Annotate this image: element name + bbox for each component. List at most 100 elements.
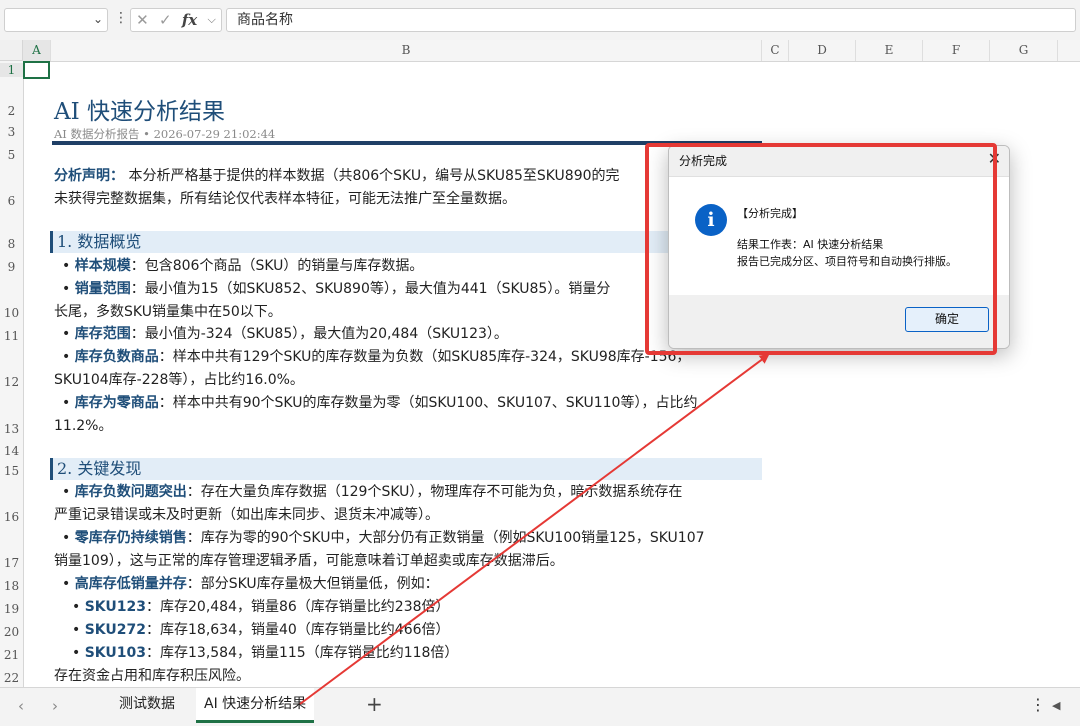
list-item-text: ：部分SKU库存量极大但销量低，例如： [186, 576, 439, 592]
info-icon: i [695, 204, 727, 236]
list-item-continuation: 11.2%。 [54, 418, 113, 434]
list-item-text: ：包含806个商品（SKU）的销量与库存数据。 [130, 258, 424, 274]
scroll-left-icon[interactable]: ◀ [1052, 699, 1060, 712]
section-heading-findings: 2. 关键发现 [50, 458, 762, 480]
list-item-continuation: SKU104库存-228等），占比约16.0%。 [54, 372, 304, 388]
row-header[interactable]: 17 [0, 556, 23, 570]
row-header[interactable]: 11 [0, 329, 23, 343]
list-item-continuation: 严重记录错误或未及时更新（如出库未同步、退货未冲减等）。 [54, 507, 439, 523]
sub-list-item-text: ：库存13,584，销量115（库存销量比约118倍） [146, 645, 459, 661]
sheet-tab-test-data[interactable]: 测试数据 [111, 688, 183, 720]
list-item-text: ：样本中共有90个SKU的库存数量为零（如SKU100、SKU107、SKU11… [158, 395, 698, 411]
list-item-label: 库存负数问题突出 [74, 484, 187, 500]
row-header[interactable]: 13 [0, 422, 23, 436]
list-item: • 库存负数商品：样本中共有129个SKU的库存数量为负数（如SKU85库存-3… [62, 349, 691, 365]
sub-list-item: • SKU103：库存13,584，销量115（库存销量比约118倍） [72, 645, 459, 661]
sub-list-item-label: SKU103 [84, 645, 146, 661]
row-header[interactable]: 10 [0, 306, 23, 320]
list-item-text: ：存在大量负库存数据（129个SKU），物理库存不可能为负，暗示数据系统存在 [186, 484, 683, 500]
more-vertical-icon[interactable]: ⋮ [1030, 695, 1046, 714]
chevron-right-icon[interactable]: › [52, 697, 58, 715]
list-item-label: 样本规模 [74, 258, 131, 274]
row-header[interactable]: 20 [0, 625, 23, 639]
list-item-text: ：最小值为15（如SKU852、SKU890等），最大值为441（SKU85）。… [130, 281, 611, 297]
more-vertical-icon[interactable]: ⋮ [114, 10, 128, 26]
row-header[interactable]: 12 [0, 375, 23, 389]
fx-icon[interactable]: fx [182, 11, 197, 29]
sheet-tab-bar: ‹ › 测试数据 AI 快速分析结果 + ⋮ ◀ [0, 687, 1080, 726]
sub-list-item-text: ：库存18,634，销量40（库存销量比约466倍） [146, 622, 450, 638]
report-subtitle: AI 数据分析报告 • 2026-07-29 21:02:44 [54, 127, 276, 141]
section-heading-overview: 1. 数据概览 [50, 231, 762, 253]
row-header[interactable]: 2 [0, 104, 23, 118]
chevron-down-icon[interactable]: ⌄ [93, 12, 103, 26]
row-header[interactable]: 5 [0, 148, 23, 162]
dialog-heading: 【分析完成】 [737, 207, 803, 220]
list-item-continuation: 长尾，多数SKU销量集中在50以下。 [54, 304, 282, 320]
disclaimer-continuation: 未获得完整数据集，所有结论仅代表样本特征，可能无法推广至全量数据。 [54, 191, 516, 207]
disclaimer-label: 分析声明： [54, 168, 124, 184]
list-item: • 销量范围：最小值为15（如SKU852、SKU890等），最大值为441（S… [62, 281, 611, 297]
dialog-titlebar[interactable]: 分析完成 ✕ [669, 146, 1009, 177]
formula-bar: ⌄ ⋮ ✕ ✓ fx ⌵ 商品名称 [0, 0, 1080, 41]
close-icon[interactable]: ✕ [988, 149, 1001, 168]
list-item-label: 高库存低销量并存 [74, 576, 187, 592]
list-item: • 库存为零商品：样本中共有90个SKU的库存数量为零（如SKU100、SKU1… [62, 395, 698, 411]
column-header-d[interactable]: D [789, 40, 856, 61]
formula-actions: ✕ ✓ fx ⌵ [130, 8, 222, 32]
cancel-icon[interactable]: ✕ [136, 11, 149, 29]
row-header[interactable]: 18 [0, 579, 23, 593]
list-item-text: ：库存为零的90个SKU中，大部分仍有正数销量（例如SKU100销量125，SK… [186, 530, 705, 546]
dialog-footer: 确定 [669, 295, 1009, 348]
selected-cell-a1[interactable] [23, 61, 50, 79]
column-header-c[interactable]: C [762, 40, 789, 61]
column-header-a[interactable]: A [23, 40, 51, 61]
row-header[interactable]: 3 [0, 125, 23, 139]
list-item-label: 零库存仍持续销售 [74, 530, 187, 546]
disclaimer-line: 分析声明： 本分析严格基于提供的样本数据（共806个SKU，编号从SKU85至S… [54, 166, 620, 186]
title-divider [52, 141, 762, 145]
analysis-complete-dialog: 分析完成 ✕ i 【分析完成】 结果工作表：AI 快速分析结果 报告已完成分区、… [668, 145, 1010, 349]
name-box[interactable]: ⌄ [4, 8, 108, 32]
dialog-message-line: 结果工作表：AI 快速分析结果 [737, 238, 884, 251]
sub-list-item-label: SKU123 [84, 599, 146, 615]
plus-icon[interactable]: + [366, 692, 383, 716]
dialog-title: 分析完成 [679, 154, 728, 168]
closing-text: 存在资金占用和库存积压风险。 [54, 668, 250, 684]
list-item-text: ：最小值为-324（SKU85），最大值为20,484（SKU123）。 [130, 326, 508, 342]
list-item-text: ：样本中共有129个SKU的库存数量为负数（如SKU85库存-324，SKU98… [158, 349, 691, 365]
row-header[interactable]: 1 [0, 63, 23, 77]
row-header[interactable]: 6 [0, 194, 23, 208]
list-item: • 零库存仍持续销售：库存为零的90个SKU中，大部分仍有正数销量（例如SKU1… [62, 530, 705, 546]
row-header[interactable]: 16 [0, 510, 23, 524]
row-header[interactable]: 22 [0, 671, 23, 685]
sub-list-item: • SKU123：库存20,484，销量86（库存销量比约238倍） [72, 599, 450, 615]
sub-list-item: • SKU272：库存18,634，销量40（库存销量比约466倍） [72, 622, 450, 638]
report-title: AI 快速分析结果 [54, 99, 226, 125]
row-header[interactable]: 8 [0, 237, 23, 251]
column-header-f[interactable]: F [923, 40, 990, 61]
disclaimer-text: 本分析严格基于提供的样本数据（共806个SKU，编号从SKU85至SKU890的… [124, 168, 620, 184]
fx-chevron-icon[interactable]: ⌵ [207, 13, 215, 27]
sheet-tab-ai-result[interactable]: AI 快速分析结果 [196, 688, 315, 723]
list-item: • 库存负数问题突出：存在大量负库存数据（129个SKU），物理库存不可能为负，… [62, 484, 683, 500]
column-header-g[interactable]: G [990, 40, 1058, 61]
list-item: • 库存范围：最小值为-324（SKU85），最大值为20,484（SKU123… [62, 326, 508, 342]
chevron-left-icon[interactable]: ‹ [18, 697, 24, 715]
confirm-icon[interactable]: ✓ [159, 11, 172, 29]
row-header[interactable]: 21 [0, 648, 23, 662]
column-header-b[interactable]: B [51, 40, 762, 61]
list-item-label: 销量范围 [74, 281, 131, 297]
column-header-e[interactable]: E [856, 40, 923, 61]
list-item-label: 库存范围 [74, 326, 131, 342]
row-header[interactable]: 15 [0, 464, 23, 478]
select-all-corner[interactable] [0, 40, 23, 61]
row-header[interactable]: 19 [0, 602, 23, 616]
row-header[interactable]: 9 [0, 260, 23, 274]
column-header-bar: A B C D E F G [0, 40, 1080, 62]
formula-input[interactable]: 商品名称 [226, 8, 1076, 32]
row-header[interactable]: 14 [0, 444, 23, 458]
ok-button[interactable]: 确定 [905, 307, 989, 332]
row-header-bar: 1 2 3 5 6 8 9 10 11 12 13 14 15 16 17 18… [0, 61, 24, 687]
list-item-continuation: 销量109），这与正常的库存管理逻辑矛盾，可能意味着订单超卖或库存数据滞后。 [54, 553, 564, 569]
